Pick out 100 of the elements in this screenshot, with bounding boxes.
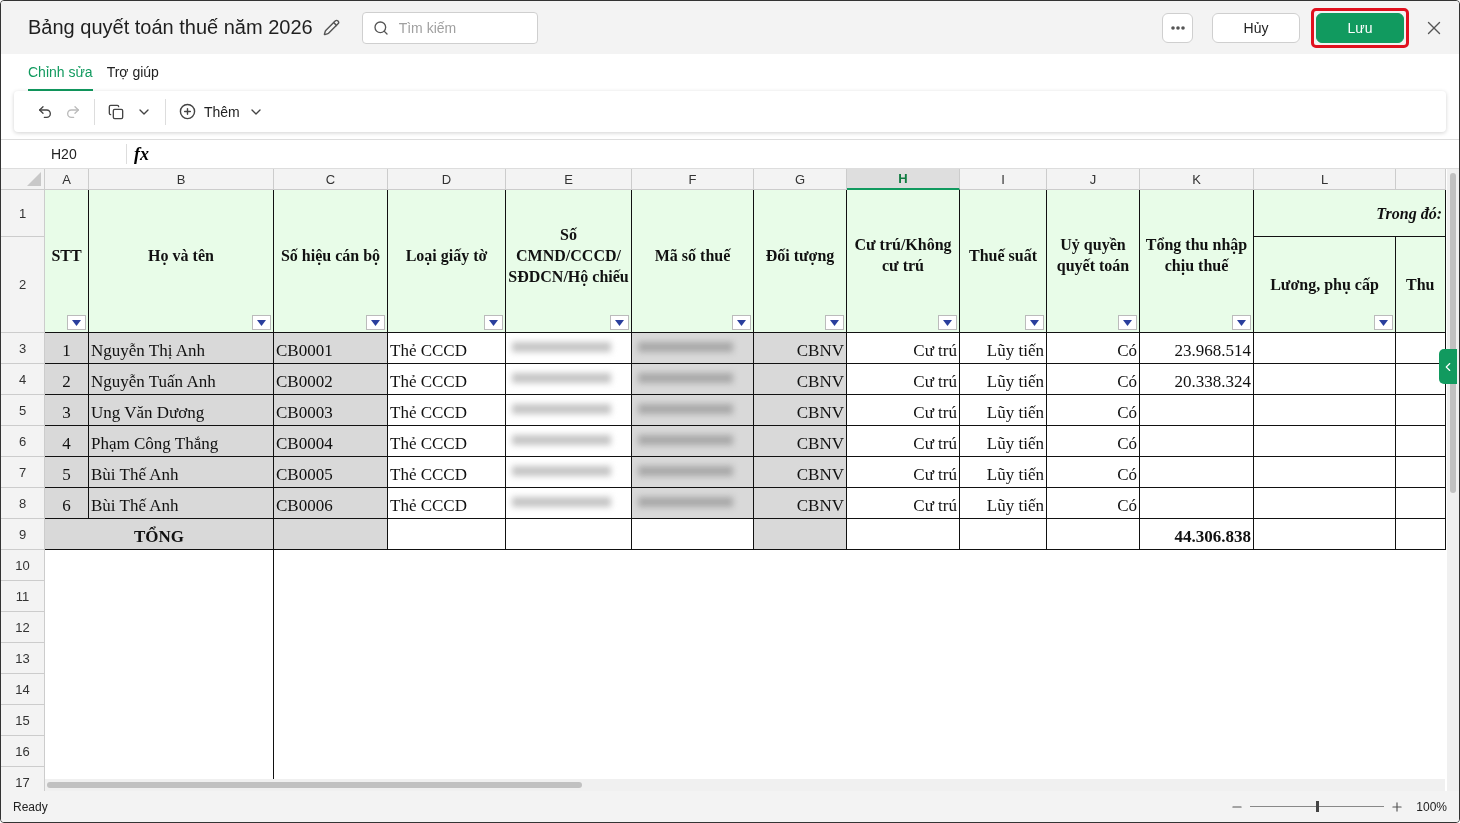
row-number[interactable]: 3 [1,333,45,364]
column-header: Tổng thu nhập chịu thuế [1140,190,1254,333]
table-cell: CB0006 [274,488,388,519]
table-cell: Cư trú [847,488,960,519]
row-number[interactable]: 14 [1,674,45,705]
ellipsis-icon [1170,25,1185,30]
table-cell: Ung Văn Dương [89,395,274,426]
column-header: Lương, phụ cấp [1254,237,1396,333]
column-letter[interactable]: C [274,169,388,190]
row-number[interactable]: 11 [1,581,45,612]
filter-button[interactable] [938,315,957,330]
table-cell: Có [1047,457,1140,488]
table-cell: Lũy tiến [960,395,1047,426]
filter-button[interactable] [252,315,271,330]
rename-button[interactable] [322,19,340,36]
row-number[interactable]: 7 [1,457,45,488]
filter-button[interactable] [825,315,844,330]
column-letter[interactable]: A [45,169,89,190]
table-cell: Có [1047,364,1140,395]
table-cell: 2 [45,364,89,395]
filter-button[interactable] [484,315,503,330]
table-cell: Lũy tiến [960,364,1047,395]
row-number[interactable]: 2 [1,237,45,333]
row-number[interactable]: 13 [1,643,45,674]
column-letter[interactable]: B [89,169,274,190]
panel-toggle-button[interactable] [1439,349,1457,384]
table-cell: CBNV [754,488,847,519]
row-number[interactable]: 10 [1,550,45,581]
total-value: 44.306.838 [1140,519,1254,550]
column-letter[interactable]: F [632,169,754,190]
table-cell: CB0004 [274,426,388,457]
add-button[interactable]: Thêm [176,100,267,123]
table-cell: CBNV [754,426,847,457]
undo-icon [37,103,53,120]
row-number[interactable]: 15 [1,705,45,736]
caret-down-icon [1030,319,1039,326]
row-number[interactable]: 16 [1,736,45,767]
table-cell: Bùi Thế Anh [89,488,274,519]
caret-down-icon [615,319,624,326]
table-cell: Thẻ CCCD [388,426,506,457]
caret-down-icon [257,319,266,326]
column-letter[interactable]: L [1254,169,1396,190]
column-letter[interactable]: I [960,169,1047,190]
row-number[interactable]: 17 [1,767,45,791]
column-letter[interactable]: E [506,169,632,190]
cancel-button[interactable]: Hủy [1212,12,1300,43]
column-letter[interactable]: H [847,169,960,190]
table-cell: Thẻ CCCD [388,457,506,488]
zoom-in-icon[interactable] [1390,799,1405,814]
caret-down-icon [830,319,839,326]
filter-button[interactable] [1118,315,1137,330]
row-number[interactable]: 4 [1,364,45,395]
table-cell: Lũy tiến [960,488,1047,519]
table-cell: Thẻ CCCD [388,333,506,364]
copy-icon [108,103,124,120]
row-number[interactable]: 6 [1,426,45,457]
caret-down-icon [72,319,81,326]
table-cell: CBNV [754,395,847,426]
table-cell: Thẻ CCCD [388,488,506,519]
filter-button[interactable] [732,315,751,330]
table-cell: Nguyễn Thị Anh [89,333,274,364]
table-cell: 4 [45,426,89,457]
filter-button[interactable] [610,315,629,330]
table-cell: Có [1047,333,1140,364]
table-cell: Lũy tiến [960,333,1047,364]
group-header: Trong đó: [1254,190,1446,237]
column-letter[interactable]: D [388,169,506,190]
table-cell: Có [1047,488,1140,519]
table-cell: CB0005 [274,457,388,488]
vertical-scrollbar[interactable] [1447,169,1459,791]
column-header: Đối tượng [754,190,847,333]
filter-button[interactable] [1374,315,1393,330]
table-cell: CBNV [754,364,847,395]
filter-button[interactable] [1025,315,1044,330]
table-cell: 3 [45,395,89,426]
save-button[interactable]: Lưu [1316,12,1404,43]
caret-down-icon [371,319,380,326]
column-letter[interactable]: J [1047,169,1140,190]
column-letter[interactable]: K [1140,169,1254,190]
filter-button[interactable] [67,315,86,330]
caret-down-icon [1237,319,1246,326]
row-number[interactable]: 12 [1,612,45,643]
filter-button[interactable] [1232,315,1251,330]
row-number[interactable]: 5 [1,395,45,426]
table-cell: 5 [45,457,89,488]
table-cell: CBNV [754,457,847,488]
more-button[interactable] [1162,12,1193,43]
table-cell: Cư trú [847,395,960,426]
tab[interactable]: Trợ giúp [106,54,159,91]
row-number[interactable]: 9 [1,519,45,550]
horizontal-scrollbar[interactable] [45,779,1445,791]
search-field[interactable]: Tìm kiếm [361,11,538,44]
filter-button[interactable] [366,315,385,330]
table-cell: Có [1047,426,1140,457]
total-label: TỔNG [45,519,274,550]
cell-reference[interactable]: H20 [1,144,127,164]
column-letter[interactable]: G [754,169,847,190]
row-number[interactable]: 8 [1,488,45,519]
row-number[interactable]: 1 [1,190,45,237]
column-header: Uỷ quyền quyết toán [1047,190,1140,333]
